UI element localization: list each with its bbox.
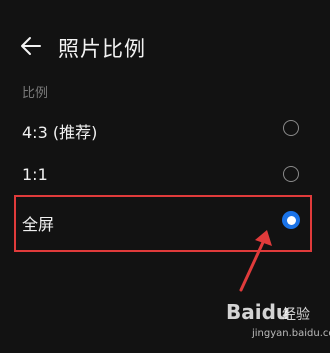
option-label: 全屏 (22, 215, 55, 234)
section-label: 比例 (22, 86, 49, 101)
radio-unselected-icon[interactable] (283, 166, 299, 182)
back-button[interactable] (18, 34, 44, 58)
watermark-url: jingyan.baidu.com (252, 328, 330, 339)
option-label: 1:1 (22, 165, 48, 184)
option-label: 4:3 (推荐) (22, 123, 98, 142)
baidu-logo: Baidu (226, 300, 291, 324)
option-fullscreen[interactable]: 全屏 (0, 199, 330, 243)
page-title: 照片比例 (58, 37, 146, 61)
back-arrow-icon (21, 37, 41, 55)
baidu-jingyan-watermark: Baidu 经验 jingyan.baidu.com (222, 298, 330, 350)
radio-unselected-icon[interactable] (283, 120, 299, 136)
radio-selected-icon[interactable] (282, 211, 300, 229)
option-4-3[interactable]: 4:3 (推荐) (0, 107, 330, 151)
option-1-1[interactable]: 1:1 (0, 153, 330, 197)
app-header: 照片比例 (0, 26, 330, 66)
jingyan-label: 经验 (282, 307, 310, 323)
